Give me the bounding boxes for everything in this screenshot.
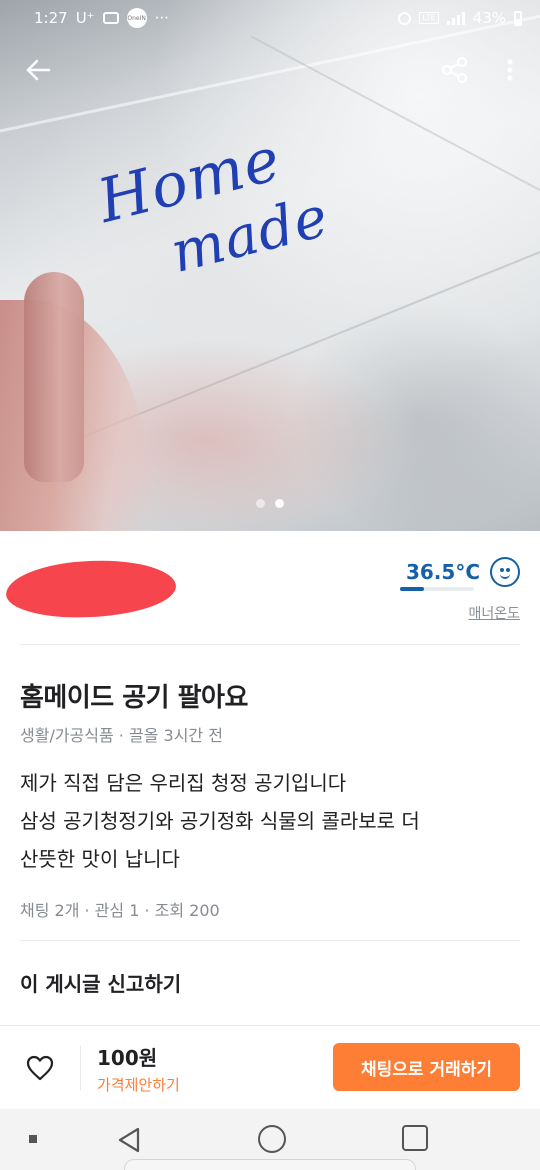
nav-back-button[interactable] <box>112 1123 146 1157</box>
seller-row[interactable]: 36.5°C 매너온도 <box>0 531 540 644</box>
more-button[interactable] <box>492 46 528 94</box>
onein-badge-icon: OneIN <box>126 8 147 28</box>
post-category[interactable]: 생활/가공식품 <box>20 726 114 745</box>
description-line: 산뜻한 맛이 납니다 <box>20 847 180 871</box>
handwriting-text: Home made <box>91 111 384 329</box>
description-line: 삼성 공기청정기와 공기정화 식물의 콜라보로 더 <box>20 809 420 833</box>
heart-icon <box>26 1055 54 1081</box>
post-title: 홈메이드 공기 팔아요 <box>20 683 248 713</box>
description-line: 제가 직접 담은 우리집 청정 공기입니다 <box>20 771 347 795</box>
divider <box>20 644 520 645</box>
divider <box>20 940 520 941</box>
gesture-handle[interactable] <box>124 1159 416 1170</box>
like-button[interactable] <box>18 1046 62 1090</box>
more-vertical-icon <box>507 59 513 81</box>
manner-temp-value: 36.5°C <box>405 560 480 584</box>
wifi-call-icon <box>102 12 119 24</box>
nav-menu-icon[interactable] <box>29 1135 37 1143</box>
manner-temp-bar <box>400 587 474 591</box>
back-arrow-icon <box>26 59 51 81</box>
thumb <box>24 272 84 482</box>
post-time: 끌올 3시간 전 <box>128 726 223 745</box>
share-button[interactable] <box>432 46 478 94</box>
carousel-dots <box>0 499 540 508</box>
signal-icon <box>446 11 465 25</box>
nav-recents-icon[interactable] <box>402 1125 428 1151</box>
carrier-label: U⁺ <box>75 9 95 27</box>
system-nav-bar <box>0 1109 540 1170</box>
manner-temp-fill <box>400 587 425 591</box>
battery-percent: 43% <box>472 9 506 27</box>
smile-face-icon <box>490 557 520 587</box>
price: 100원 <box>97 1046 158 1070</box>
report-post-link[interactable]: 이 게시글 신고하기 <box>20 968 181 997</box>
post-meta: 생활/가공식품 · 끌올 3시간 전 <box>20 722 223 746</box>
status-bar: 1:27 U⁺ OneIN ··· LTE 43% <box>0 0 540 36</box>
meta-separator: · <box>113 726 129 745</box>
manner-temp-label[interactable]: 매너온도 <box>398 603 520 623</box>
post-stats: 채팅 2개 · 관심 1 · 조회 200 <box>20 901 220 920</box>
product-photo[interactable]: Home made 1:27 U⁺ OneIN ··· LTE 43% <box>0 0 540 531</box>
lte-icon: LTE <box>419 12 439 24</box>
carousel-dot[interactable] <box>256 499 265 508</box>
post-description: 제가 직접 담은 우리집 청정 공기입니다 삼성 공기청정기와 공기정화 식물의… <box>20 764 520 878</box>
nav-home-icon[interactable] <box>258 1125 286 1153</box>
alarm-icon <box>398 11 412 25</box>
bottom-action-bar: 100원 가격제안하기 채팅으로 거래하기 <box>0 1025 540 1109</box>
photo-toolbar <box>0 46 540 94</box>
share-icon <box>441 56 468 84</box>
carousel-dot-active[interactable] <box>275 499 284 508</box>
price-offer-link[interactable]: 가격제안하기 <box>97 1074 180 1095</box>
nav-back-icon <box>118 1127 140 1153</box>
status-more-icon: ··· <box>154 9 169 27</box>
status-time: 1:27 <box>34 9 68 27</box>
manner-temperature[interactable]: 36.5°C 매너온도 <box>398 557 520 623</box>
chat-trade-button[interactable]: 채팅으로 거래하기 <box>333 1043 520 1091</box>
vertical-separator <box>80 1046 81 1090</box>
redacted-seller-info <box>5 558 177 620</box>
back-button[interactable] <box>18 46 58 94</box>
battery-icon <box>514 10 522 26</box>
